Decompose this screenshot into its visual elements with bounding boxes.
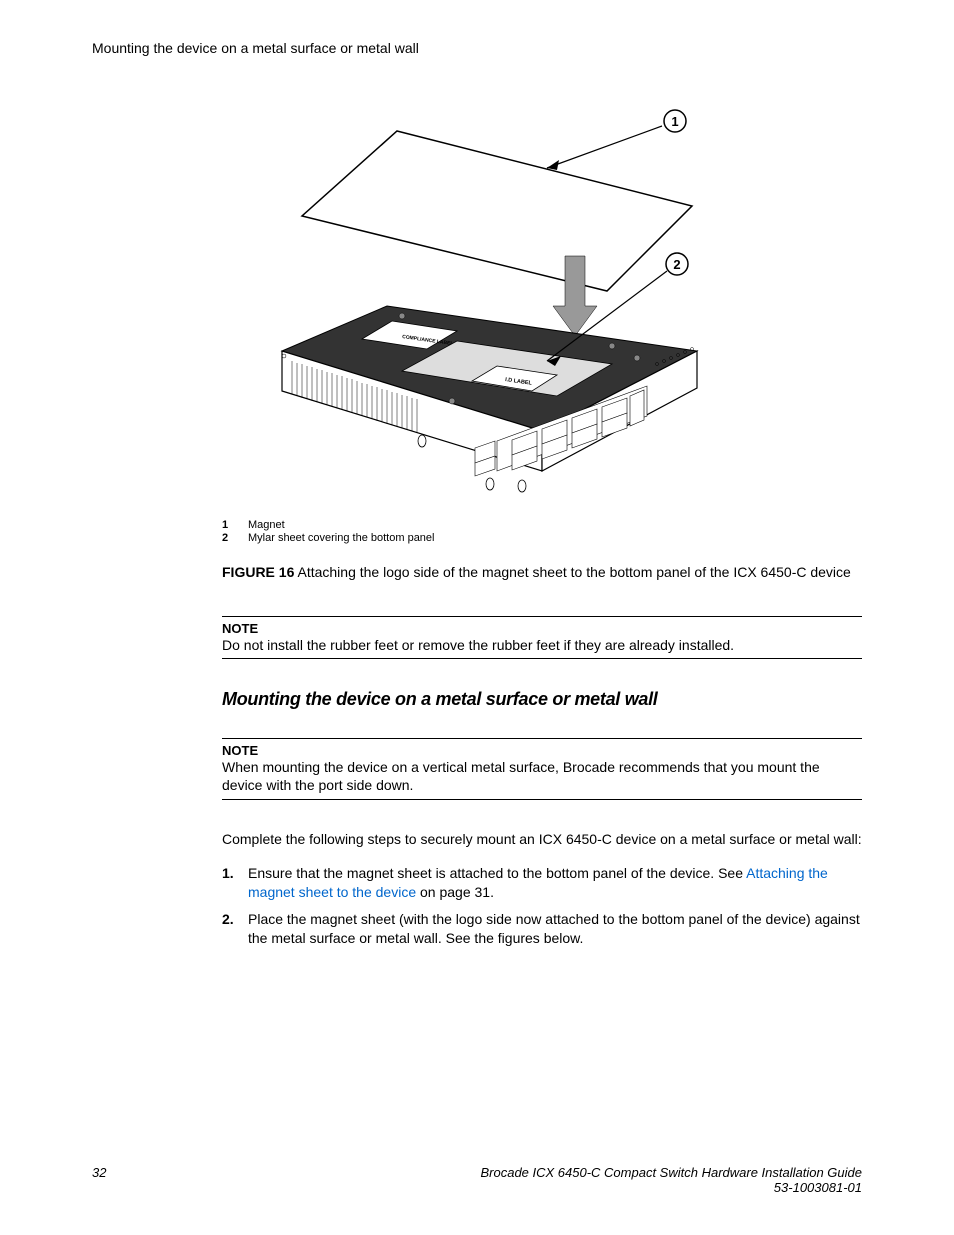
figure-caption: FIGURE 16 Attaching the logo side of the… (222, 564, 862, 580)
doc-id: 53-1003081-01 (480, 1180, 862, 1195)
note-title: NOTE (222, 621, 862, 636)
note-body: When mounting the device on a vertical m… (222, 758, 862, 794)
page-footer: 32 Brocade ICX 6450-C Compact Switch Har… (92, 1165, 862, 1195)
step-2: Place the magnet sheet (with the logo si… (222, 910, 862, 948)
intro-paragraph: Complete the following steps to securely… (222, 830, 862, 849)
page-number: 32 (92, 1165, 106, 1195)
section-heading: Mounting the device on a metal surface o… (222, 689, 862, 710)
note-body: Do not install the rubber feet or remove… (222, 636, 862, 654)
legend-text-1: Magnet (248, 519, 285, 531)
note-1: NOTE Do not install the rubber feet or r… (222, 616, 862, 659)
doc-title: Brocade ICX 6450-C Compact Switch Hardwa… (480, 1165, 862, 1180)
svg-text:1: 1 (671, 114, 678, 129)
step-1-text-b: on page 31. (416, 884, 494, 900)
magnet-sheet (302, 131, 692, 291)
legend-num-2: 2 (222, 532, 248, 544)
device-body: COMPLIANCE LABEL I.D LABEL (282, 306, 697, 492)
figure-legend: 1 Magnet 2 Mylar sheet covering the bott… (222, 519, 862, 544)
step-1: Ensure that the magnet sheet is attached… (222, 864, 862, 902)
figure-16: 1 (92, 96, 862, 499)
step-1-text-a: Ensure that the magnet sheet is attached… (248, 865, 746, 881)
figure-caption-text: Attaching the logo side of the magnet sh… (294, 564, 850, 580)
legend-text-2: Mylar sheet covering the bottom panel (248, 532, 435, 544)
svg-text:2: 2 (673, 257, 680, 272)
legend-num-1: 1 (222, 519, 248, 531)
figure-number: FIGURE 16 (222, 564, 294, 580)
callout-1: 1 (547, 110, 686, 170)
steps-list: Ensure that the magnet sheet is attached… (222, 864, 862, 948)
note-2: NOTE When mounting the device on a verti… (222, 738, 862, 799)
running-head: Mounting the device on a metal surface o… (92, 40, 862, 56)
note-title: NOTE (222, 743, 862, 758)
